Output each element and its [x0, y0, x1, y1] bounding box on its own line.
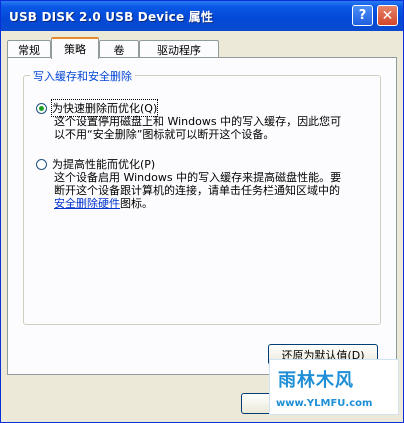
radio-quick-removal[interactable]	[36, 102, 47, 114]
watermark-url: www.YLMFU.com	[276, 398, 373, 409]
safely-remove-hardware-link[interactable]: 安全删除硬件	[54, 197, 120, 210]
option-quick-removal-desc: 这个设置停用磁盘上和 Windows 中的写入缓存，因此您可 以不用“安全删除”…	[54, 115, 374, 141]
group-label: 写入缓存和安全删除	[30, 68, 135, 84]
option-performance-desc: 这个设备启用 Windows 中的写入缓存来提高磁盘性能。要 断开这个设备跟计算…	[54, 171, 374, 210]
title-bar[interactable]: USB DISK 2.0 USB Device 属性 ? ✕	[1, 1, 403, 31]
desc-line: 这个设备启用 Windows 中的写入缓存来提高磁盘性能。要	[54, 171, 342, 184]
watermark-brand: 雨林木风	[278, 370, 354, 391]
write-cache-group: 写入缓存和安全删除 为快速删除而优化(Q) 这个设置停用磁盘上和 Windows…	[23, 68, 381, 325]
desc-line: 安全删除硬件图标。	[54, 197, 374, 210]
tab-volumes[interactable]: 卷	[99, 40, 139, 58]
close-icon: ✕	[381, 7, 394, 24]
properties-window: USB DISK 2.0 USB Device 属性 ? ✕ 常规 策略 卷 驱…	[0, 0, 404, 423]
radio-performance[interactable]	[36, 158, 47, 170]
desc-suffix: 图标。	[120, 197, 153, 210]
close-button[interactable]: ✕	[377, 5, 398, 26]
tab-label: 策略	[64, 43, 86, 56]
tab-driver[interactable]: 驱动程序	[139, 40, 219, 58]
option-performance[interactable]: 为提高性能而优化(P)	[36, 156, 155, 172]
watermark-logo: 雨林木风 www.YLMFU.com	[269, 359, 399, 415]
window-title: USB DISK 2.0 USB Device 属性	[9, 10, 214, 24]
tab-policies[interactable]: 策略	[51, 37, 99, 59]
desc-line: 这个设置停用磁盘上和 Windows 中的写入缓存，因此您可	[54, 115, 342, 128]
option-performance-label[interactable]: 为提高性能而优化(P)	[52, 156, 155, 172]
tab-label: 常规	[18, 43, 40, 57]
tab-label: 驱动程序	[157, 43, 201, 57]
help-icon: ?	[358, 8, 367, 23]
help-button[interactable]: ?	[352, 5, 373, 26]
desc-line: 以不用“安全删除”图标就可以断开这个设备。	[54, 128, 275, 141]
desc-line: 断开这个设备跟计算机的连接，请单击任务栏通知区域中的	[54, 184, 340, 197]
option-quick-removal-label[interactable]: 为快速删除而优化(Q)	[50, 99, 159, 117]
tab-general[interactable]: 常规	[7, 40, 51, 58]
option-quick-removal[interactable]: 为快速删除而优化(Q)	[36, 99, 159, 117]
tab-panel: 写入缓存和安全删除 为快速删除而优化(Q) 这个设置停用磁盘上和 Windows…	[7, 57, 397, 375]
tab-label: 卷	[113, 43, 125, 57]
